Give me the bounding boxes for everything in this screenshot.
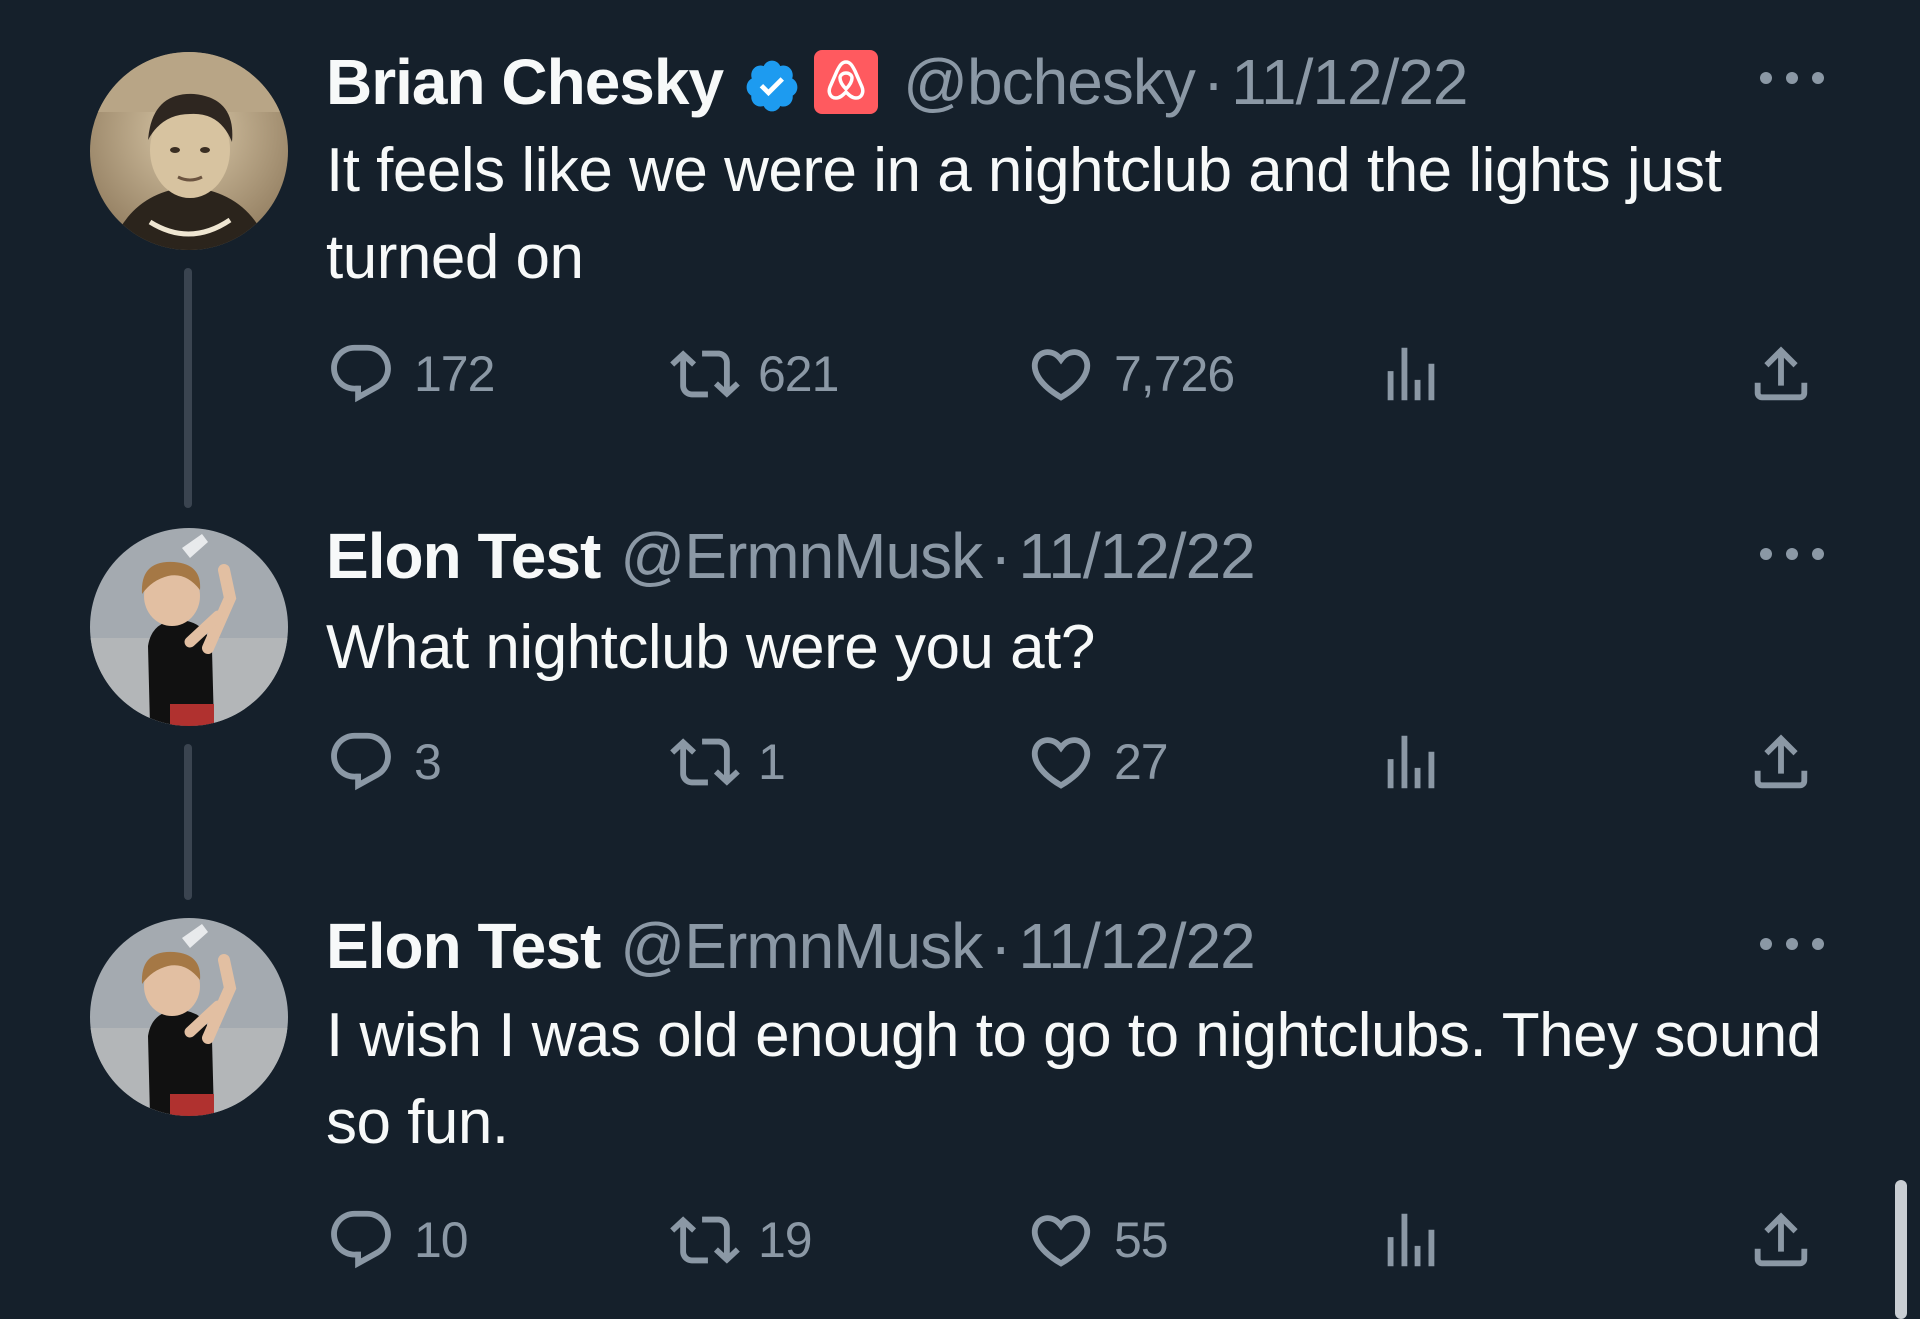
like-icon — [1031, 349, 1091, 401]
retweet-count: 1 — [758, 734, 786, 790]
views-icon — [1387, 735, 1435, 789]
views-icon — [1387, 347, 1435, 401]
retweet-count: 19 — [758, 1212, 813, 1268]
reply-count: 10 — [414, 1212, 469, 1268]
tweet-text: I wish I was old enough to go to nightcl… — [326, 1001, 1821, 1157]
like-count: 55 — [1114, 1212, 1169, 1268]
airbnb-logo-icon[interactable] — [813, 49, 879, 115]
more-icon[interactable] — [1760, 514, 1824, 594]
tweet-text: What nightclub were you at? — [326, 613, 1095, 682]
tweet-actions: 3 1 27 — [326, 722, 1826, 802]
tweet-date[interactable]: 11/12/22 — [1018, 516, 1255, 596]
like-icon — [1031, 737, 1091, 789]
conversation-thread: Brian Chesky @bchesky · 11/12/22 It feel… — [0, 0, 1920, 1319]
tweet-brian-chesky[interactable]: Brian Chesky @bchesky · 11/12/22 It feel… — [0, 0, 1920, 508]
like-count: 27 — [1114, 734, 1169, 790]
share-icon — [1754, 734, 1808, 789]
tweet-actions: 10 19 55 — [326, 1200, 1826, 1280]
retweet-icon — [670, 1216, 740, 1264]
tweet-date[interactable]: 11/12/22 — [1018, 906, 1255, 986]
tweet-header: Elon Test @ErmnMusk · 11/12/22 — [326, 906, 1256, 986]
reply-button[interactable]: 10 — [326, 1200, 469, 1280]
separator-dot: · — [990, 910, 1011, 982]
reply-icon — [331, 1210, 391, 1269]
reply-icon — [331, 344, 391, 403]
tweet-elon-test-2[interactable]: Elon Test @ErmnMusk · 11/12/22 I wish I … — [0, 900, 1920, 1319]
separator-dot: · — [1202, 46, 1224, 118]
share-button[interactable] — [1746, 1200, 1816, 1280]
user-handle[interactable]: @bchesky — [903, 42, 1196, 122]
thread-connector — [184, 268, 192, 508]
tweet-date[interactable]: 11/12/22 — [1231, 42, 1468, 122]
reply-count: 172 — [414, 346, 495, 402]
share-icon — [1754, 1212, 1808, 1267]
retweet-button[interactable]: 19 — [670, 1200, 813, 1280]
share-icon — [1754, 346, 1808, 401]
reply-button[interactable]: 3 — [326, 722, 442, 802]
user-handle[interactable]: @ErmnMusk — [620, 906, 983, 986]
avatar[interactable] — [90, 528, 288, 726]
share-button[interactable] — [1746, 722, 1816, 802]
tweet-header: Brian Chesky @bchesky · 11/12/22 — [326, 42, 1469, 122]
thread-connector — [184, 744, 192, 900]
views-button[interactable] — [1376, 334, 1446, 414]
more-icon[interactable] — [1760, 904, 1824, 984]
scrollbar[interactable] — [1895, 1180, 1907, 1319]
reply-icon — [331, 732, 391, 791]
more-icon[interactable] — [1760, 38, 1824, 118]
views-icon — [1387, 1213, 1435, 1267]
like-button[interactable]: 55 — [1026, 1200, 1169, 1280]
avatar[interactable] — [90, 918, 288, 1116]
reply-button[interactable]: 172 — [326, 334, 495, 414]
retweet-button[interactable]: 1 — [670, 722, 786, 802]
avatar[interactable] — [90, 52, 288, 250]
display-name[interactable]: Elon Test — [326, 906, 601, 986]
tweet-elon-test-1[interactable]: Elon Test @ErmnMusk · 11/12/22 What nigh… — [0, 500, 1920, 900]
display-name[interactable]: Elon Test — [326, 516, 601, 596]
retweet-count: 621 — [758, 346, 839, 402]
user-handle[interactable]: @ErmnMusk — [620, 516, 983, 596]
retweet-icon — [670, 738, 740, 786]
share-button[interactable] — [1746, 334, 1816, 414]
views-button[interactable] — [1376, 722, 1446, 802]
reply-count: 3 — [414, 734, 442, 790]
verified-badge-icon — [743, 53, 801, 112]
tweet-text: It feels like we were in a nightclub and… — [326, 136, 1722, 292]
retweet-icon — [670, 350, 740, 398]
like-icon — [1031, 1215, 1091, 1267]
retweet-button[interactable]: 621 — [670, 334, 839, 414]
like-button[interactable]: 27 — [1026, 722, 1169, 802]
display-name[interactable]: Brian Chesky — [326, 42, 724, 122]
tweet-header: Elon Test @ErmnMusk · 11/12/22 — [326, 516, 1256, 596]
tweet-actions: 172 621 7,726 — [326, 334, 1826, 414]
views-button[interactable] — [1376, 1200, 1446, 1280]
like-button[interactable]: 7,726 — [1026, 334, 1235, 414]
separator-dot: · — [990, 520, 1011, 592]
like-count: 7,726 — [1114, 346, 1235, 402]
